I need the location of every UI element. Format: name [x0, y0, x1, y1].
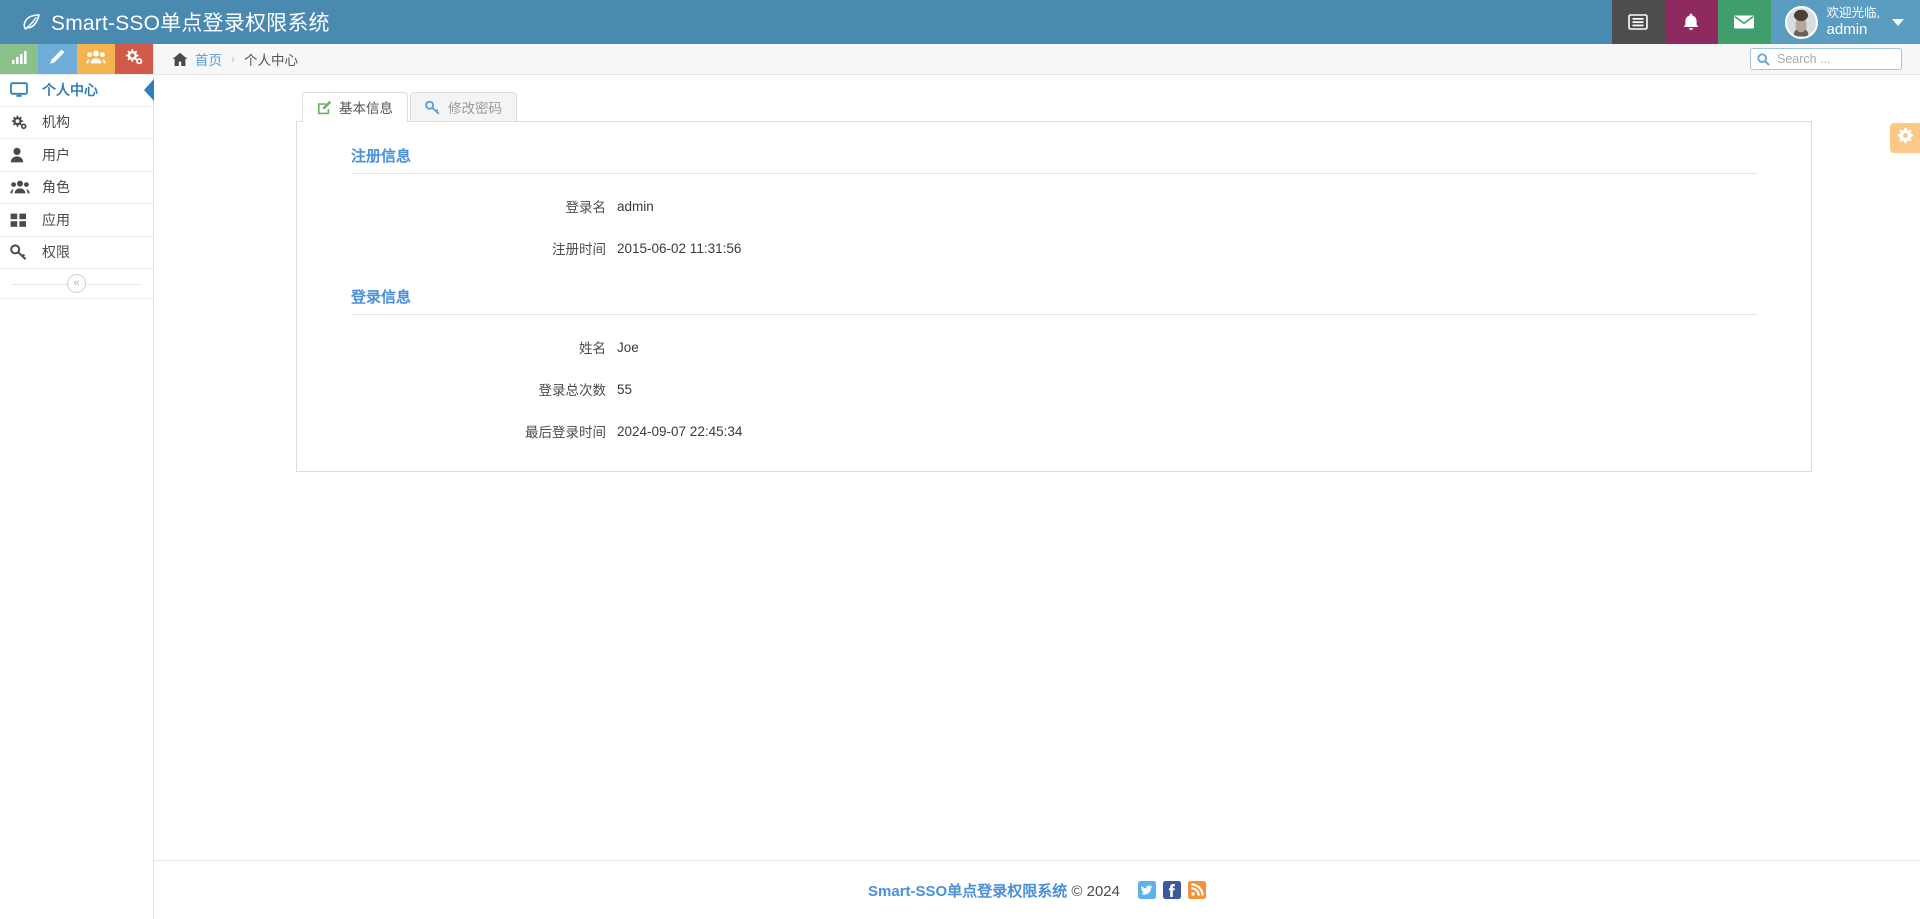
edit-square-icon [317, 100, 332, 115]
field-value: 2015-06-02 11:31:56 [617, 240, 742, 256]
form-row-login-name: 登录名 admin [325, 196, 1783, 216]
page-body: 基本信息 修改密码 注册信息 登录名 admin 注册时间 2015-06-02… [154, 75, 1920, 881]
list-lines-icon [1628, 14, 1648, 30]
breadcrumb-current: 个人中心 [244, 53, 298, 68]
facebook-icon[interactable] [1162, 881, 1181, 899]
top-navbar: Smart-SSO单点登录权限系统 欢迎光临, admin [0, 0, 1920, 44]
user-menu[interactable]: 欢迎光临, admin [1770, 0, 1920, 44]
welcome-text: 欢迎光临, [1826, 5, 1880, 20]
rss-icon[interactable] [1187, 881, 1206, 899]
content-wrapper: 首页 › 个人中心 Search ... 基本信息 修改密码 注册信息 登录名 … [154, 44, 1920, 919]
form-row-last-login-time: 最后登录时间 2024-09-07 22:45:34 [325, 421, 1783, 441]
tab-bar: 基本信息 修改密码 [302, 92, 1920, 122]
quick-users-button[interactable] [76, 44, 115, 74]
sidebar-item-label: 机构 [42, 114, 70, 131]
quick-chart-button[interactable] [0, 44, 39, 74]
user-icon [10, 147, 34, 163]
form-row-login-count: 登录总次数 55 [325, 379, 1783, 399]
profile-panel: 注册信息 登录名 admin 注册时间 2015-06-02 11:31:56 … [296, 121, 1812, 472]
envelope-icon [1733, 14, 1755, 30]
username-text: admin [1826, 20, 1868, 38]
footer-copyright: © 2024 [1071, 882, 1120, 900]
field-value: 55 [617, 381, 633, 397]
sidebar-collapse-row: « [0, 269, 153, 299]
active-pointer [144, 79, 154, 102]
tab-label: 基本信息 [339, 101, 393, 116]
tab-label: 修改密码 [448, 101, 502, 116]
search-input[interactable] [1775, 51, 1895, 67]
footer: Smart-SSO单点登录权限系统 © 2024 [154, 860, 1920, 919]
key-icon [10, 244, 34, 261]
twitter-icon[interactable] [1137, 881, 1156, 899]
tab-basic-info[interactable]: 基本信息 [302, 92, 408, 122]
sidebar-item-organization[interactable]: 机构 [0, 107, 153, 139]
gears-icon [10, 114, 34, 131]
search-icon [1757, 52, 1770, 66]
field-value: 2024-09-07 22:45:34 [617, 423, 743, 439]
social-links [1137, 881, 1206, 899]
navbar-spacer [330, 0, 1612, 44]
desktop-icon [10, 82, 34, 98]
breadcrumb-separator: › [231, 52, 235, 66]
sidebar-collapse-button[interactable]: « [67, 274, 86, 293]
field-label: 最后登录时间 [525, 425, 606, 440]
leaf-icon [22, 12, 42, 32]
sidebar-item-label: 个人中心 [42, 82, 98, 99]
group-icon [10, 179, 34, 195]
sidebar-item-role[interactable]: 角色 [0, 172, 153, 204]
home-icon [172, 52, 188, 67]
brand[interactable]: Smart-SSO单点登录权限系统 [0, 0, 330, 44]
search-box[interactable] [1750, 48, 1902, 70]
quick-action-row [0, 44, 153, 74]
gears-icon [124, 48, 144, 71]
form-row-name: 姓名 Joe [325, 337, 1783, 357]
field-value: admin [617, 198, 654, 214]
chart-bars-icon [10, 49, 28, 70]
messages-button[interactable] [1717, 0, 1771, 44]
field-label: 登录名 [565, 200, 607, 215]
footer-text: Smart-SSO单点登录权限系统 © 2024 [868, 880, 1120, 901]
sidebar-toggle-button[interactable] [1611, 0, 1665, 44]
user-info: 欢迎光临, admin [1826, 5, 1880, 38]
sidebar: 个人中心 机构 用户 角色 应用 权限 « [0, 44, 154, 919]
sidebar-item-application[interactable]: 应用 [0, 204, 153, 237]
quick-edit-button[interactable] [38, 44, 77, 74]
gear-icon [1897, 127, 1914, 149]
field-label: 登录总次数 [538, 383, 607, 398]
field-label: 姓名 [579, 341, 606, 356]
notifications-button[interactable] [1664, 0, 1718, 44]
sidebar-item-label: 应用 [42, 211, 70, 228]
section-divider [351, 314, 1757, 315]
sidebar-menu: 个人中心 机构 用户 角色 应用 权限 [0, 74, 154, 269]
sidebar-item-permission[interactable]: 权限 [0, 237, 153, 269]
theme-settings-button[interactable] [1890, 123, 1920, 153]
key-icon [425, 100, 441, 115]
field-value: Joe [617, 339, 639, 355]
grid-squares-icon [10, 212, 34, 228]
footer-brand: Smart-SSO单点登录权限系统 [868, 882, 1068, 900]
quick-settings-button[interactable] [114, 44, 153, 74]
form-row-register-time: 注册时间 2015-06-02 11:31:56 [325, 238, 1783, 258]
bell-icon [1682, 12, 1700, 32]
sidebar-item-personal-center[interactable]: 个人中心 [0, 74, 154, 107]
brand-title: Smart-SSO单点登录权限系统 [51, 12, 330, 35]
sidebar-item-user[interactable]: 用户 [0, 139, 153, 172]
tab-change-password[interactable]: 修改密码 [410, 92, 517, 121]
chevron-double-left-icon: « [73, 277, 80, 289]
users-icon [86, 49, 106, 70]
sidebar-item-label: 角色 [42, 179, 70, 196]
sidebar-item-label: 用户 [42, 146, 70, 163]
section-divider [351, 173, 1757, 174]
section-title-login: 登录信息 [351, 289, 412, 306]
breadcrumb: 首页 › 个人中心 [154, 44, 1920, 75]
pencil-icon [48, 48, 66, 71]
chevron-down-icon [1892, 18, 1904, 26]
avatar [1784, 5, 1818, 39]
breadcrumb-home-link[interactable]: 首页 [195, 49, 222, 69]
sidebar-item-label: 权限 [42, 244, 70, 261]
field-label: 注册时间 [552, 242, 606, 257]
section-title-registration: 注册信息 [351, 148, 412, 165]
